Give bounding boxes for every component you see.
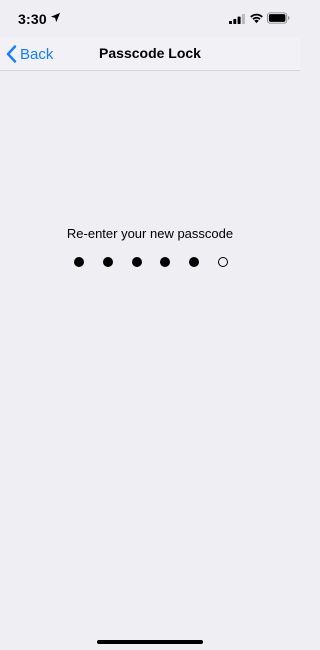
cellular-signal-icon bbox=[229, 14, 245, 24]
passcode-dot-filled bbox=[160, 257, 171, 267]
passcode-dot-filled bbox=[131, 257, 142, 267]
passcode-dot-filled bbox=[74, 257, 84, 267]
navigation-bar: Back Passcode Lock bbox=[0, 38, 300, 71]
passcode-dot-filled bbox=[189, 257, 200, 267]
status-bar: 3:30 bbox=[0, 0, 300, 38]
status-time: 3:30 bbox=[18, 11, 47, 27]
passcode-prompt: Re-enter your new passcode bbox=[66, 226, 234, 241]
battery-icon bbox=[267, 12, 290, 24]
passcode-dots bbox=[0, 256, 300, 268]
wifi-icon bbox=[250, 13, 263, 24]
home-indicator[interactable] bbox=[97, 640, 203, 644]
passcode-dot-filled bbox=[102, 257, 113, 267]
passcode-dot-empty bbox=[218, 257, 228, 267]
page-title: Passcode Lock bbox=[99, 45, 201, 61]
location-arrow-icon bbox=[50, 12, 61, 23]
